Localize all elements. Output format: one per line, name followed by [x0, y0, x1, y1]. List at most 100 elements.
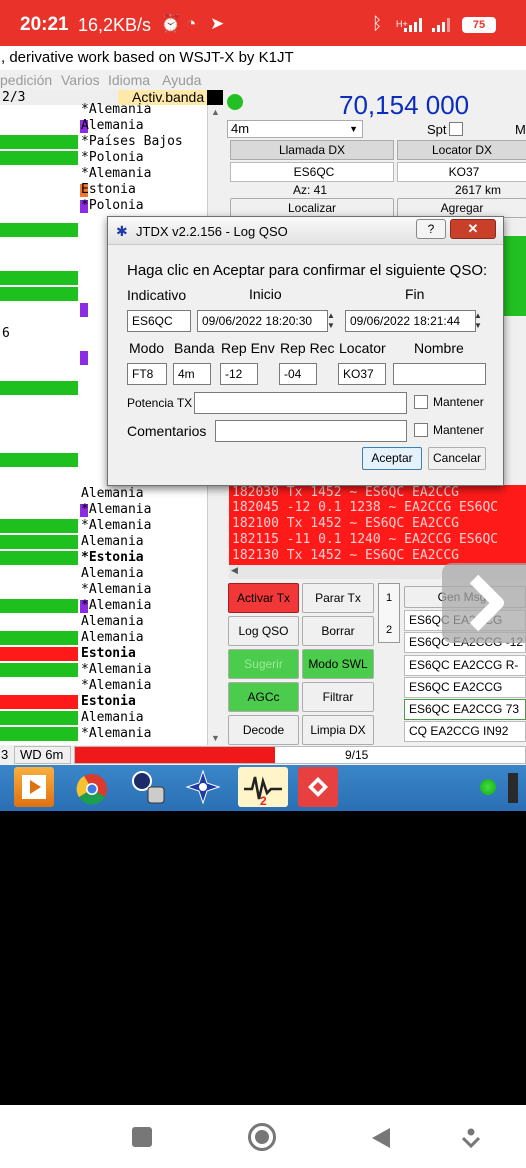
start-spinner[interactable]: ▲ ▼ — [325, 311, 337, 331]
anydesk-icon[interactable] — [298, 767, 338, 807]
activity-row[interactable]: *Alemania — [0, 502, 207, 518]
band-select[interactable]: 4m ▼ — [227, 120, 363, 138]
activity-row[interactable]: Alemania — [0, 486, 207, 502]
activity-row[interactable]: *Polonia — [0, 150, 207, 166]
row-highlight — [0, 551, 78, 565]
windows-taskbar: 2 — [0, 765, 526, 811]
tab-2[interactable]: 2 — [378, 616, 400, 646]
mode-label: Modo — [129, 340, 165, 356]
callsign-field[interactable]: ES6QC — [127, 310, 191, 332]
help-button[interactable]: ? — [416, 219, 446, 239]
tx5-message[interactable]: ES6QC EA2CCG 73 — [404, 699, 526, 720]
activity-row[interactable]: Alemania — [0, 614, 207, 630]
limpia-dx-button[interactable]: Limpia DX — [302, 715, 374, 745]
menu-expedicion[interactable]: pedición — [0, 70, 52, 90]
floating-remote-button[interactable] — [442, 563, 526, 643]
wsjt-monitor-icon[interactable]: 2 — [238, 767, 288, 808]
activity-row[interactable]: *Alemania — [0, 518, 207, 534]
activity-row[interactable]: Estonia — [0, 182, 207, 198]
tray-status-icon[interactable] — [480, 779, 496, 795]
sugerir-button[interactable]: Sugerir — [228, 649, 299, 679]
distance-label: 2617 km — [455, 183, 502, 197]
activar-tx-button[interactable]: Activar Tx — [228, 583, 299, 613]
filtrar-button[interactable]: Filtrar — [302, 682, 374, 712]
dx-locator-header: Locator DX — [397, 140, 526, 160]
activity-row[interactable]: Estonia — [0, 646, 207, 662]
decode-row[interactable]: 182115 -11 0.1 1240 ~ EA2CCG ES6QC — [232, 532, 498, 547]
band-field[interactable]: 4m — [173, 363, 211, 385]
activity-row[interactable]: *Polonia — [0, 198, 207, 214]
activity-row[interactable]: Alemania — [0, 566, 207, 582]
row-highlight — [80, 303, 88, 317]
activity-row[interactable]: *Alemania — [0, 598, 207, 614]
activity-row[interactable]: *Alemania — [0, 662, 207, 678]
decode-row[interactable]: 182100 Tx 1452 ~ ES6QC EA2CCG — [232, 516, 459, 531]
tx4-message[interactable]: ES6QC EA2CCG RR73 — [404, 677, 526, 713]
activity-row[interactable]: *Países Bajos — [0, 134, 207, 150]
agregar-button[interactable]: Agregar — [397, 198, 526, 218]
activity-row[interactable]: *Estonia — [0, 550, 207, 566]
parar-tx-button[interactable]: Parar Tx — [302, 583, 374, 613]
end-datetime-field[interactable]: 09/06/2022 18:21:44 — [345, 310, 476, 332]
media-player-icon[interactable] — [14, 767, 54, 807]
name-field[interactable] — [393, 363, 486, 385]
agcc-button[interactable]: AGCc — [228, 682, 299, 712]
activity-row[interactable]: Alemania — [0, 118, 207, 134]
rst-sent-label: Rep Env — [221, 340, 275, 356]
decode-row[interactable]: 182045 -12 0.1 1238 ~ EA2CCG ES6QC — [232, 500, 498, 515]
start-datetime-field[interactable]: 09/06/2022 18:20:30 — [197, 310, 328, 332]
rst-rcvd-field[interactable]: -04 — [279, 363, 317, 385]
band-label: Banda — [174, 340, 215, 356]
keyboard-hide-icon[interactable] — [461, 1127, 481, 1154]
activity-row[interactable]: Alemania — [0, 710, 207, 726]
spt-checkbox[interactable] — [449, 122, 463, 136]
menu-varios[interactable]: Varios — [61, 70, 100, 90]
keep-comments-checkbox[interactable] — [414, 423, 428, 437]
activity-row[interactable]: Estonia — [0, 694, 207, 710]
end-spinner[interactable]: ▲ ▼ — [472, 311, 484, 331]
localizar-button[interactable]: Localizar — [230, 198, 394, 218]
borrar-button[interactable]: Borrar — [302, 616, 374, 646]
dx-locator-field[interactable]: KO37 — [397, 162, 526, 182]
country-label: *Alemania — [81, 502, 152, 517]
decode-row[interactable]: 182030 Tx 1452 ~ ES6QC EA2CCG — [232, 485, 459, 500]
activity-row[interactable]: *Alemania — [0, 678, 207, 694]
country-label: Estonia — [81, 694, 136, 709]
cancel-button[interactable]: Cancelar — [428, 447, 486, 470]
modo-swl-button[interactable]: Modo SWL — [302, 649, 374, 679]
mode-field[interactable]: FT8 — [127, 363, 167, 385]
dx-call-field[interactable]: ES6QC — [230, 162, 394, 182]
back-icon[interactable] — [370, 1127, 392, 1154]
jtdx-icon[interactable] — [183, 767, 223, 807]
accept-button[interactable]: Aceptar — [362, 447, 422, 470]
menu-ayuda[interactable]: Ayuda — [162, 70, 201, 90]
activity-row[interactable]: *Alemania — [0, 102, 207, 118]
activity-row[interactable]: *Alemania — [0, 582, 207, 598]
decode-button[interactable]: Decode — [228, 715, 299, 745]
comments-field[interactable] — [215, 420, 407, 442]
home-icon[interactable] — [248, 1123, 276, 1151]
rst-sent-field[interactable]: -12 — [220, 363, 258, 385]
locator-field[interactable]: KO37 — [338, 363, 386, 385]
decode-row[interactable]: 182130 Tx 1452 ~ ES6QC EA2CCG — [232, 548, 459, 563]
recents-icon[interactable] — [132, 1127, 152, 1147]
end-label: Fin — [405, 286, 425, 302]
country-label: Alemania — [81, 118, 144, 133]
activity-row[interactable]: Alemania — [0, 630, 207, 646]
activity-row[interactable]: *Alemania — [0, 726, 207, 742]
chrome-icon[interactable] — [72, 767, 112, 807]
power-field[interactable] — [194, 392, 407, 414]
network-tool-icon[interactable] — [128, 767, 168, 807]
tx6-message[interactable]: CQ EA2CCG IN92 — [404, 721, 526, 742]
row-highlight — [0, 519, 78, 533]
menu-idioma[interactable]: Idioma — [108, 70, 150, 90]
close-button[interactable]: ✕ — [450, 219, 496, 239]
keep-power-checkbox[interactable] — [414, 395, 428, 409]
progress-text: 9/15 — [345, 748, 369, 762]
dx-call-header: Llamada DX — [230, 140, 394, 160]
tx3-message[interactable]: ES6QC EA2CCG R-12 — [404, 655, 526, 691]
row-highlight — [0, 151, 78, 165]
activity-row[interactable]: Alemania — [0, 534, 207, 550]
activity-row[interactable]: *Alemania — [0, 166, 207, 182]
log-qso-button[interactable]: Log QSO — [228, 616, 299, 646]
